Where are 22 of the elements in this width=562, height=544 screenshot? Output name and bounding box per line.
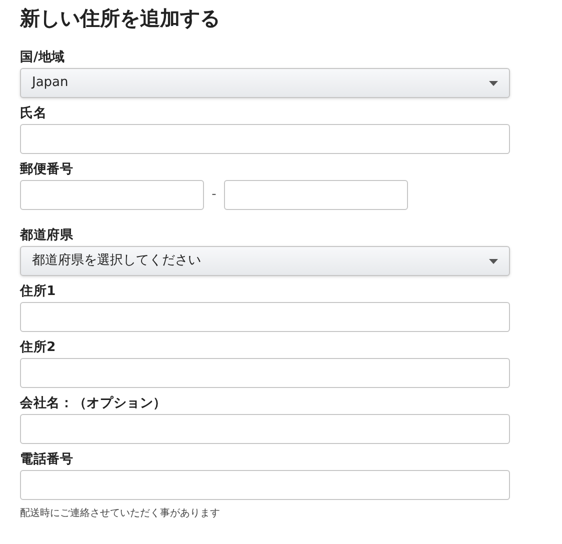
caret-icon — [489, 80, 498, 86]
field-label: 住所2 — [20, 339, 58, 357]
dropdown[interactable]: 都道府県を選択してください — [20, 246, 510, 276]
input-field[interactable] — [20, 302, 510, 332]
field-label: 会社名：（オプション） — [20, 394, 168, 413]
caret-icon — [489, 258, 498, 264]
hint-text: 配送時にご連絡させていただく事があります — [20, 506, 221, 521]
field-label: 氏名 — [20, 104, 48, 123]
field-label: 住所1 — [20, 283, 58, 301]
input-field[interactable] — [20, 124, 510, 154]
input-field[interactable] — [224, 180, 408, 210]
input-field[interactable] — [20, 414, 510, 444]
field-label: 国/地域 — [20, 49, 66, 67]
separator: - — [210, 186, 218, 204]
input-field[interactable] — [20, 180, 204, 210]
page-title: 新しい住所を追加する — [20, 5, 221, 32]
input-field[interactable] — [20, 358, 510, 388]
dropdown[interactable]: Japan — [20, 68, 510, 98]
input-field[interactable] — [20, 470, 510, 500]
field-label: 郵便番号 — [20, 161, 74, 179]
field-label: 電話番号 — [20, 451, 74, 469]
field-label: 都道府県 — [20, 226, 74, 245]
